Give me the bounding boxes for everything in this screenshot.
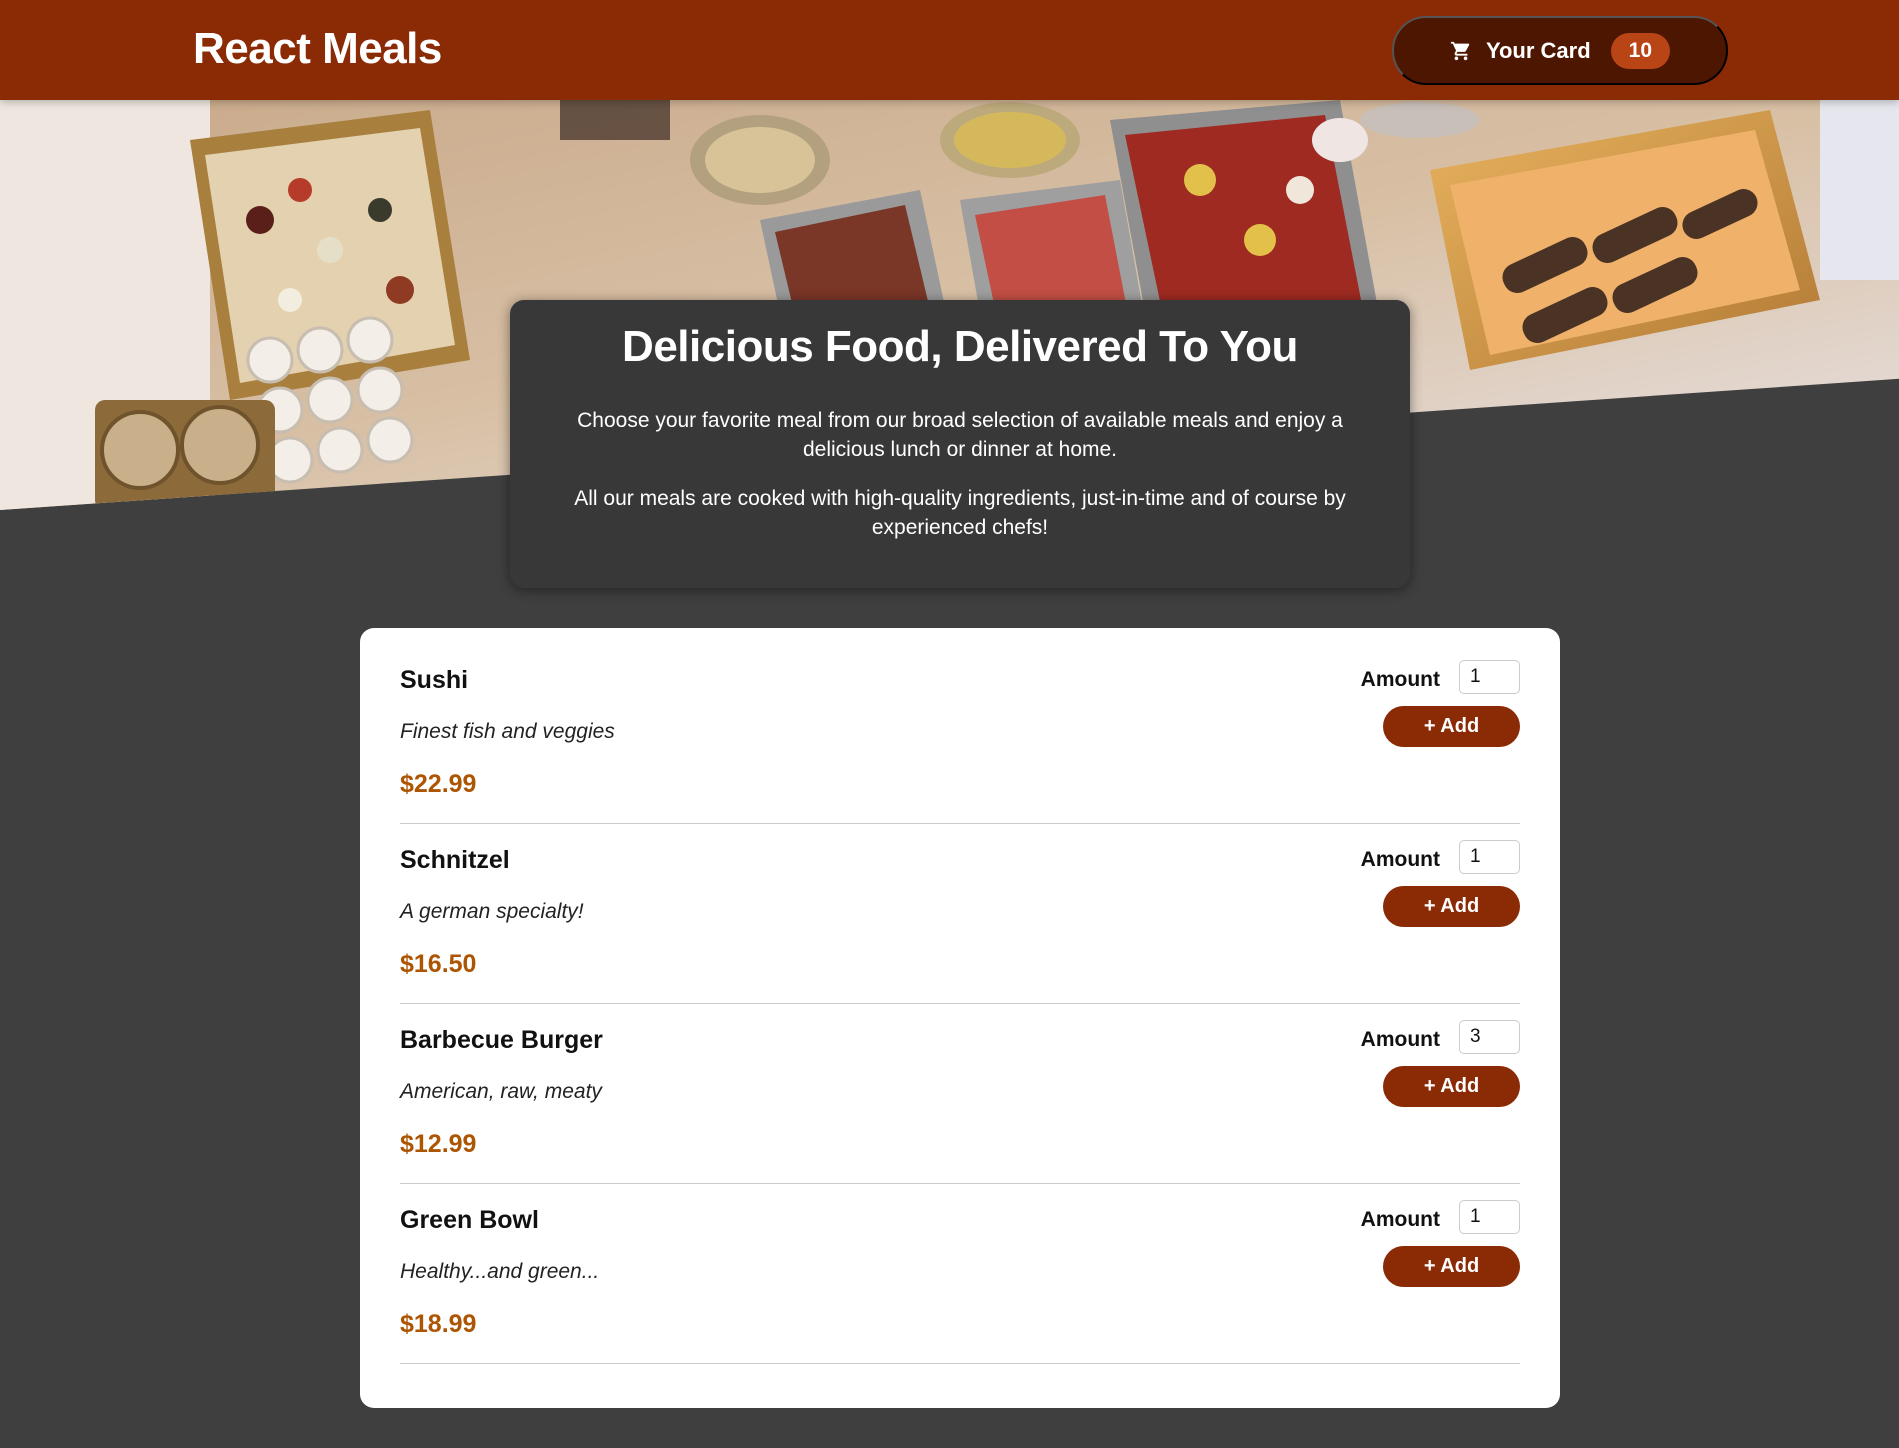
meals-list: Sushi Finest fish and veggies $22.99 Amo… (360, 628, 1560, 1408)
meal-item: Sushi Finest fish and veggies $22.99 Amo… (400, 644, 1520, 824)
add-button[interactable]: + Add (1383, 706, 1520, 747)
amount-label: Amount (1360, 1028, 1440, 1051)
amount-input[interactable] (1459, 1020, 1520, 1054)
meal-name: Schnitzel (400, 846, 510, 874)
summary-card: Delicious Food, Delivered To You Choose … (510, 300, 1410, 588)
add-button[interactable]: + Add (1383, 1246, 1520, 1287)
add-button[interactable]: + Add (1383, 1066, 1520, 1107)
amount-input[interactable] (1459, 1200, 1520, 1234)
meal-item: Green Bowl Healthy...and green... $18.99… (400, 1184, 1520, 1364)
meal-price: $16.50 (400, 950, 477, 978)
meal-description: A german specialty! (400, 900, 584, 923)
meal-item: Schnitzel A german specialty! $16.50 Amo… (400, 824, 1520, 1004)
meal-item: Barbecue Burger American, raw, meaty $12… (400, 1004, 1520, 1184)
meal-price: $22.99 (400, 770, 477, 798)
amount-input[interactable] (1459, 840, 1520, 874)
meal-name: Green Bowl (400, 1206, 539, 1234)
summary-title: Delicious Food, Delivered To You (622, 322, 1298, 371)
brand-title: React Meals (193, 24, 442, 73)
meal-description: Finest fish and veggies (400, 720, 615, 743)
meal-price: $18.99 (400, 1310, 477, 1338)
meal-name: Sushi (400, 666, 469, 694)
cart-button[interactable]: Your Card 10 (1392, 16, 1728, 85)
meal-description: American, raw, meaty (400, 1080, 602, 1103)
header: React Meals Your Card 10 (0, 0, 1899, 100)
meal-description: Healthy...and green... (400, 1260, 600, 1283)
amount-label: Amount (1360, 1208, 1440, 1231)
cart-label: Your Card (1485, 37, 1591, 63)
page: React Meals Your Card 10 Delicious Food,… (0, 0, 1899, 1448)
add-button[interactable]: + Add (1383, 886, 1520, 927)
summary-paragraph-1: Choose your favorite meal from our broad… (577, 409, 1343, 461)
amount-label: Amount (1360, 848, 1440, 871)
amount-label: Amount (1360, 668, 1440, 691)
meal-name: Barbecue Burger (400, 1026, 603, 1054)
cart-count-badge: 10 (1610, 32, 1671, 69)
amount-input[interactable] (1459, 660, 1520, 694)
cart-icon (1450, 40, 1472, 62)
meal-price: $12.99 (400, 1130, 477, 1158)
summary-paragraph-2: All our meals are cooked with high-quali… (574, 487, 1346, 539)
